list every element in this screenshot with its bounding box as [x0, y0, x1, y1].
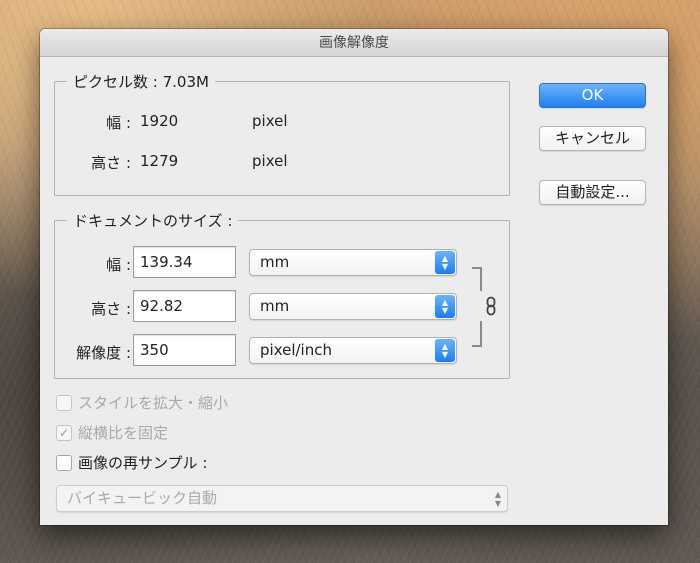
scale-styles-checkbox[interactable]: スタイルを拡大・縮小 — [56, 392, 228, 413]
resolution-field[interactable]: 350 — [133, 334, 236, 366]
scale-styles-label: スタイルを拡大・縮小 — [78, 394, 229, 412]
doc-height-unit-select[interactable]: mm ▲ ▼ — [249, 293, 457, 320]
document-size-legend: ドキュメントのサイズ : — [67, 210, 239, 231]
pixel-height-value: 1279 — [140, 152, 179, 170]
checkmark-icon: ✓ — [56, 424, 72, 441]
pixel-width-label: 幅 : — [106, 114, 131, 132]
cancel-button[interactable]: キャンセル — [539, 126, 646, 151]
constrain-proportions-checkbox[interactable]: ✓ 縦横比を固定 — [56, 422, 168, 443]
auto-button[interactable]: 自動設定... — [539, 180, 646, 205]
checkbox-box — [56, 454, 72, 471]
chevron-updown-icon: ▲ ▼ — [494, 489, 501, 508]
chevron-updown-icon: ▲ ▼ — [435, 339, 455, 362]
doc-width-label: 幅 : — [106, 256, 131, 274]
ok-button[interactable]: OK — [539, 83, 646, 108]
pixel-width-unit: pixel — [252, 112, 288, 130]
doc-width-field[interactable]: 139.34 — [133, 246, 236, 278]
resample-method-value: バイキュービック自動 — [67, 489, 218, 507]
pixel-height-label: 高さ : — [91, 154, 131, 172]
document-size-group: ドキュメントのサイズ : 幅 : 139.34 mm ▲ ▼ 高さ : 92.82… — [54, 210, 510, 379]
chain-link-icon[interactable] — [479, 291, 503, 321]
dialog-title: 画像解像度 — [40, 29, 668, 57]
checkbox-box — [56, 394, 72, 411]
resample-label: 画像の再サンプル : — [78, 454, 208, 472]
doc-width-unit-select[interactable]: mm ▲ ▼ — [249, 249, 457, 276]
resample-method-select[interactable]: バイキュービック自動 ▲ ▼ — [56, 485, 508, 512]
chevron-updown-icon: ▲ ▼ — [435, 295, 455, 318]
resolution-label: 解像度 : — [76, 344, 131, 362]
doc-height-field[interactable]: 92.82 — [133, 290, 236, 322]
constrain-proportions-label: 縦横比を固定 — [78, 424, 169, 442]
pixel-height-unit: pixel — [252, 152, 288, 170]
doc-height-unit-value: mm — [260, 297, 290, 315]
pixel-dimensions-legend: ピクセル数 : 7.03M — [67, 71, 215, 92]
doc-width-unit-value: mm — [260, 253, 290, 271]
resolution-unit-select[interactable]: pixel/inch ▲ ▼ — [249, 337, 457, 364]
pixel-width-value: 1920 — [140, 112, 179, 130]
resample-checkbox[interactable]: 画像の再サンプル : — [56, 452, 207, 473]
pixel-dimensions-group: ピクセル数 : 7.03M 幅 : 1920 pixel 高さ : 1279 p… — [54, 71, 510, 196]
doc-height-label: 高さ : — [91, 300, 131, 318]
resolution-unit-value: pixel/inch — [260, 341, 332, 359]
image-size-dialog: 画像解像度 ピクセル数 : 7.03M 幅 : 1920 pixel 高さ : … — [40, 29, 668, 525]
chevron-updown-icon: ▲ ▼ — [435, 251, 455, 274]
